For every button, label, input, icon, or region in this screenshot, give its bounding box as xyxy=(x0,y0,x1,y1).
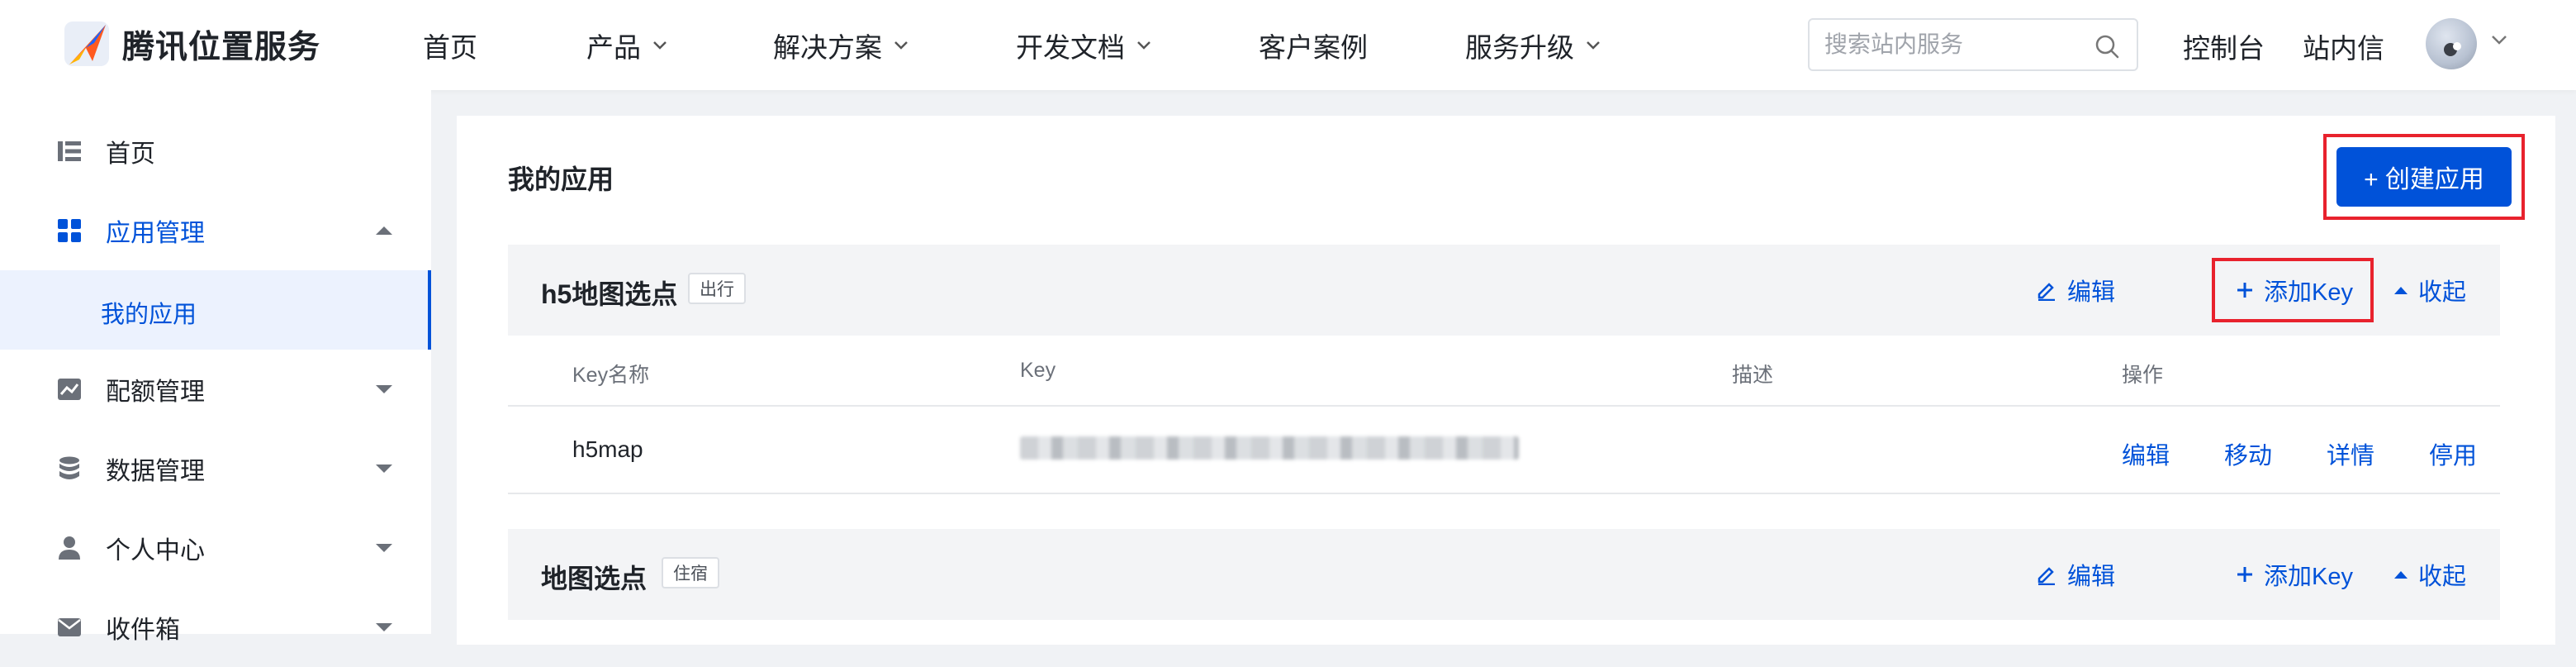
disable-key-link[interactable]: 停用 xyxy=(2429,436,2477,471)
nav-home-label: 首页 xyxy=(423,31,477,63)
edit-label: 编辑 xyxy=(2067,564,2116,590)
sidebar: 首页 应用管理 我的应用 配额管理 数据管理 个人中心 收件箱 xyxy=(0,90,431,644)
sidebar-item-label: 应用管理 xyxy=(106,220,205,247)
logo-icon xyxy=(64,21,109,66)
app-card-header: h5地图选点 出行 编辑 添加Key 收起 xyxy=(508,245,2500,336)
page-title: 我的应用 xyxy=(508,164,614,194)
mail-icon xyxy=(58,618,81,636)
collapse-label: 收起 xyxy=(2418,564,2467,590)
chevron-down-icon[interactable] xyxy=(2491,35,2507,46)
nav-solutions[interactable]: 解决方案 xyxy=(773,0,908,90)
search-input[interactable] xyxy=(1824,28,2089,61)
database-icon xyxy=(59,456,79,479)
sidebar-item-label: 配额管理 xyxy=(106,379,205,406)
top-header: 腾讯位置服务 首页 产品 解决方案 开发文档 客户案例 服务升级 控制台 站内信 xyxy=(0,0,2576,90)
key-name-cell: h5map xyxy=(572,436,643,462)
edit-icon xyxy=(2038,283,2055,301)
sidebar-item-data[interactable]: 数据管理 xyxy=(0,429,431,508)
caret-up-icon xyxy=(2394,287,2408,294)
logo-text: 腾讯位置服务 xyxy=(122,30,321,65)
nav-upgrade[interactable]: 服务升级 xyxy=(1465,0,1601,90)
nav-home[interactable]: 首页 xyxy=(423,0,477,90)
edit-key-link[interactable]: 编辑 xyxy=(2122,436,2170,471)
nav-cases-label: 客户案例 xyxy=(1259,31,1368,63)
grid-icon xyxy=(58,219,81,242)
add-key-label: 添加Key xyxy=(2264,279,2353,306)
edit-icon xyxy=(2038,567,2055,585)
list-icon xyxy=(58,141,81,161)
caret-up-icon xyxy=(376,226,392,235)
plus-icon xyxy=(2237,567,2252,582)
plus-icon xyxy=(2237,283,2252,298)
nav-upgrade-label: 服务升级 xyxy=(1465,31,1574,63)
col-key-name: Key名称 xyxy=(572,364,650,387)
sidebar-subitem-label: 我的应用 xyxy=(101,302,197,328)
create-app-highlight: + 创建应用 xyxy=(2323,134,2525,220)
main-nav: 首页 产品 解决方案 开发文档 客户案例 服务升级 xyxy=(423,0,1601,90)
inbox-link[interactable]: 站内信 xyxy=(2303,26,2384,66)
sidebar-item-inbox[interactable]: 收件箱 xyxy=(0,588,431,667)
sidebar-item-home[interactable]: 首页 xyxy=(0,112,431,191)
nav-products-label: 产品 xyxy=(586,31,641,63)
chart-icon xyxy=(58,379,81,400)
chevron-down-icon xyxy=(1137,40,1150,50)
caret-down-icon xyxy=(376,465,392,473)
site-search xyxy=(1808,18,2138,71)
app-tag: 出行 xyxy=(688,273,746,304)
add-key-button[interactable]: 添加Key xyxy=(2236,557,2353,592)
sidebar-item-personal[interactable]: 个人中心 xyxy=(0,508,431,588)
move-key-link[interactable]: 移动 xyxy=(2224,436,2272,471)
main-panel: 我的应用 + 创建应用 h5地图选点 出行 编辑 添加Key 收起 Key名称 … xyxy=(457,116,2555,645)
nav-solutions-label: 解决方案 xyxy=(773,31,882,63)
sidebar-item-label: 首页 xyxy=(106,141,155,168)
col-key: Key xyxy=(1020,359,1056,382)
edit-app-button[interactable]: 编辑 xyxy=(2036,273,2115,307)
app-card-header: 地图选点 住宿 编辑 添加Key 收起 xyxy=(508,529,2500,620)
add-key-button[interactable]: 添加Key xyxy=(2236,273,2353,307)
caret-down-icon xyxy=(376,623,392,631)
chevron-down-icon xyxy=(894,40,908,50)
edit-label: 编辑 xyxy=(2067,279,2116,306)
table-row: h5map 编辑 移动 详情 停用 xyxy=(508,407,2500,494)
user-icon xyxy=(59,536,80,560)
caret-up-icon xyxy=(2394,571,2408,579)
app-name: h5地图选点 xyxy=(541,279,678,309)
sidebar-item-label: 数据管理 xyxy=(106,458,205,485)
console-link[interactable]: 控制台 xyxy=(2183,26,2265,66)
collapse-label: 收起 xyxy=(2418,279,2467,306)
create-app-button[interactable]: + 创建应用 xyxy=(2336,147,2512,207)
key-table-header: Key名称 Key 描述 操作 xyxy=(508,336,2500,407)
nav-docs-label: 开发文档 xyxy=(1016,31,1125,63)
chevron-down-icon xyxy=(1587,40,1600,50)
search-icon[interactable] xyxy=(2094,33,2120,60)
sidebar-item-label: 收件箱 xyxy=(106,617,180,644)
chevron-down-icon xyxy=(653,40,667,50)
caret-down-icon xyxy=(376,544,392,552)
logo[interactable]: 腾讯位置服务 xyxy=(61,18,320,71)
key-value-blurred xyxy=(1020,436,1519,460)
nav-docs[interactable]: 开发文档 xyxy=(1016,0,1151,90)
edit-app-button[interactable]: 编辑 xyxy=(2036,557,2115,592)
nav-cases[interactable]: 客户案例 xyxy=(1259,0,1368,90)
collapse-button[interactable]: 收起 xyxy=(2393,557,2466,592)
sidebar-item-quota[interactable]: 配额管理 xyxy=(0,350,431,429)
caret-down-icon xyxy=(376,385,392,393)
app-name: 地图选点 xyxy=(541,564,648,593)
details-key-link[interactable]: 详情 xyxy=(2327,436,2374,471)
sidebar-subitem-my-apps[interactable]: 我的应用 xyxy=(0,270,431,350)
avatar-image xyxy=(2444,42,2461,56)
nav-products[interactable]: 产品 xyxy=(586,0,667,90)
col-description: 描述 xyxy=(1732,364,1774,387)
col-actions: 操作 xyxy=(2122,364,2164,387)
sidebar-item-app-management[interactable]: 应用管理 xyxy=(0,191,431,270)
avatar[interactable] xyxy=(2426,18,2477,69)
collapse-button[interactable]: 收起 xyxy=(2393,273,2466,307)
add-key-label: 添加Key xyxy=(2264,564,2353,590)
app-tag: 住宿 xyxy=(662,557,719,588)
sidebar-item-label: 个人中心 xyxy=(106,537,205,565)
